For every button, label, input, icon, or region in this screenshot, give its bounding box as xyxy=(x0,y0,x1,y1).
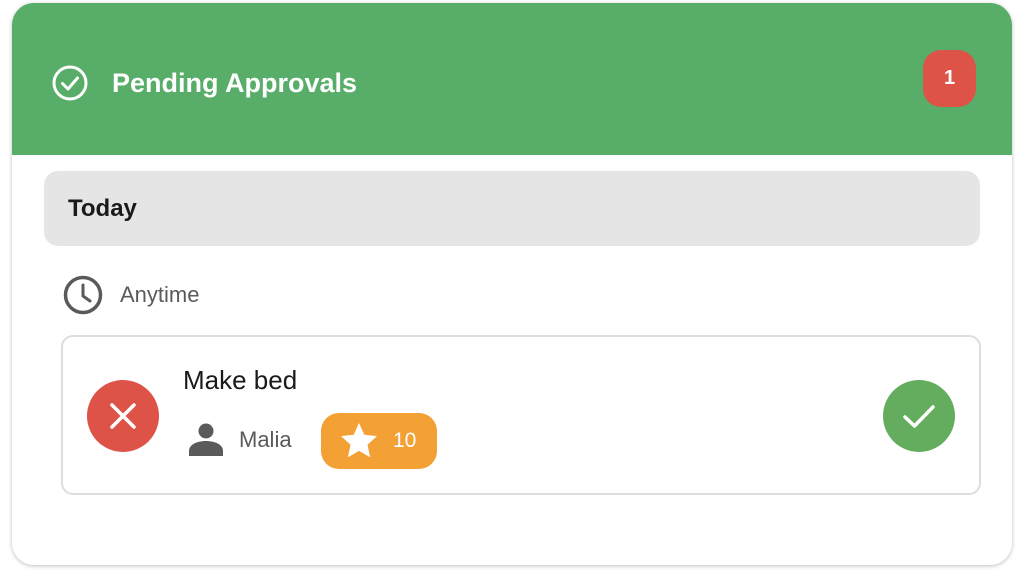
check-icon xyxy=(903,405,935,428)
chore-item: Make bed Malia 10 xyxy=(61,335,981,495)
day-section-header: Today xyxy=(44,171,980,246)
day-section-title: Today xyxy=(68,195,137,222)
star-icon xyxy=(341,423,377,458)
points-badge: 10 xyxy=(321,413,437,469)
person-icon xyxy=(189,423,223,456)
assignee-name: Malia xyxy=(239,427,292,452)
check-circle-icon xyxy=(52,65,88,101)
pending-count-badge: 1 xyxy=(923,50,976,107)
card-header: Pending Approvals 1 xyxy=(12,3,1012,155)
chore-name: Make bed xyxy=(183,365,298,395)
reject-button[interactable] xyxy=(87,380,159,452)
approve-button[interactable] xyxy=(883,380,955,452)
header-title: Pending Approvals xyxy=(112,68,358,98)
pending-approvals-card: Pending Approvals 1 Today Anytime Make b… xyxy=(12,3,1012,565)
close-icon xyxy=(110,403,136,429)
clock-icon xyxy=(63,275,103,315)
time-group-label: Anytime xyxy=(120,282,200,307)
points-value: 10 xyxy=(393,429,417,452)
